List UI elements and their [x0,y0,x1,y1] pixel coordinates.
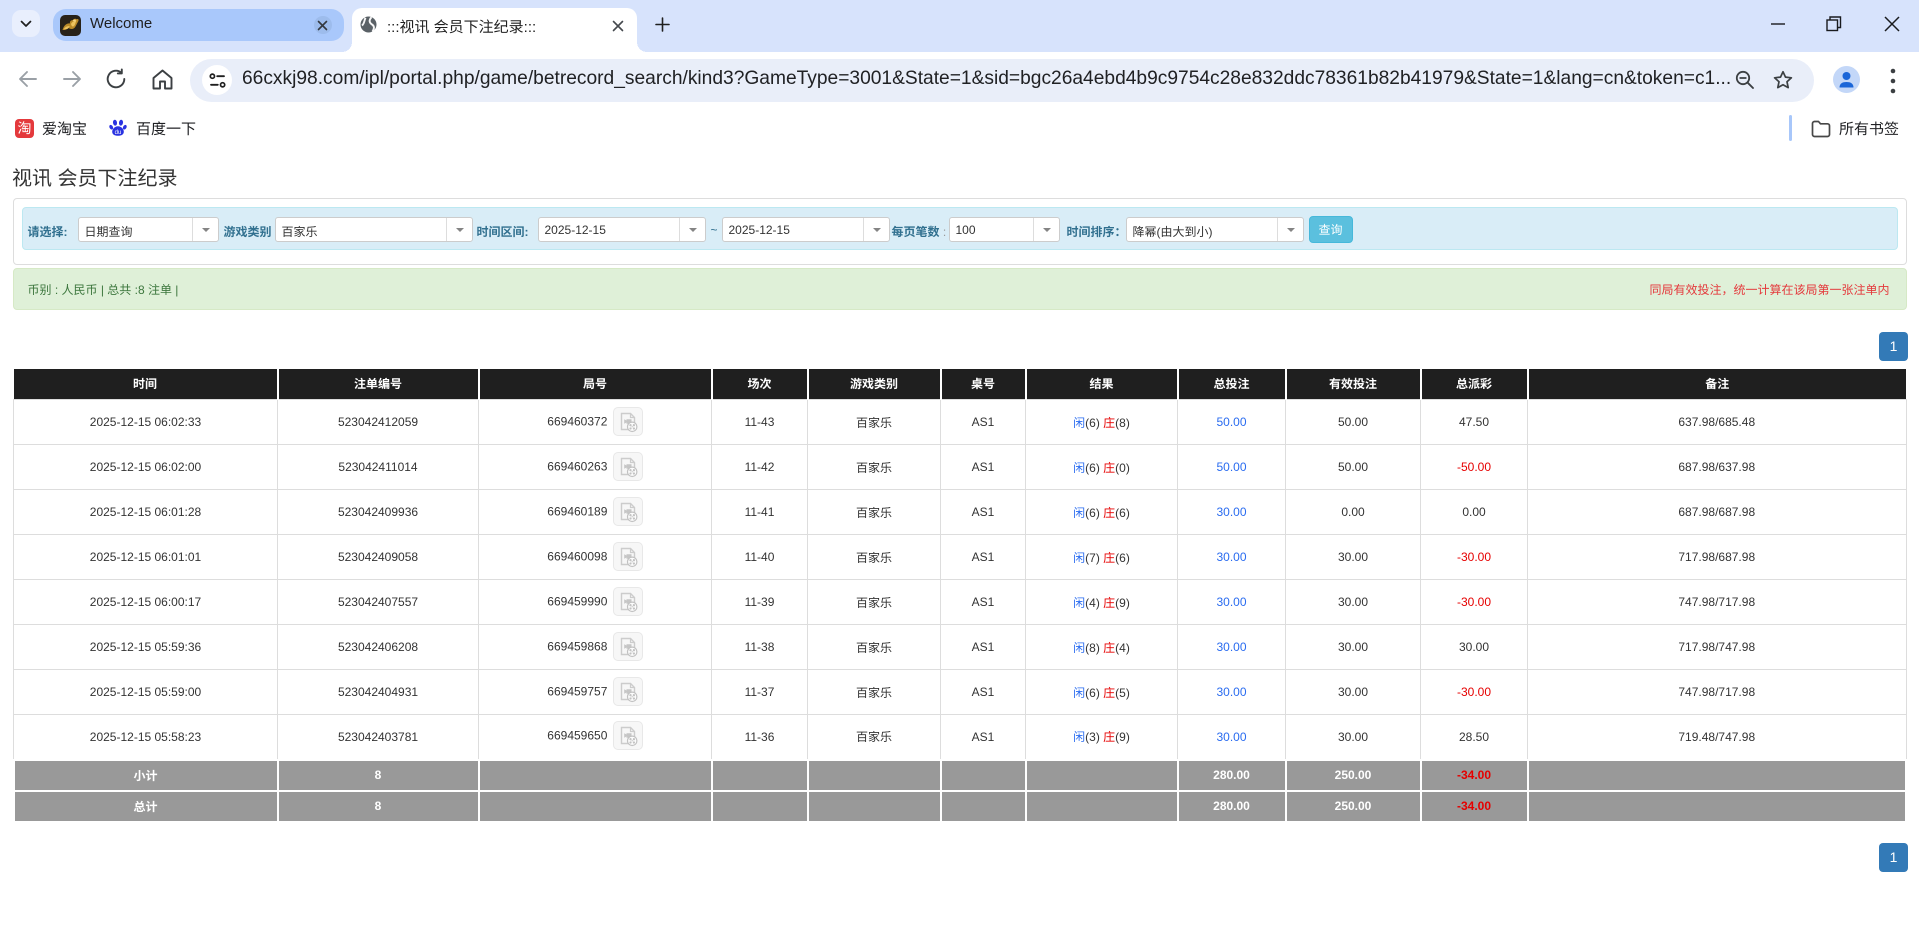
svg-text:du: du [115,130,122,136]
